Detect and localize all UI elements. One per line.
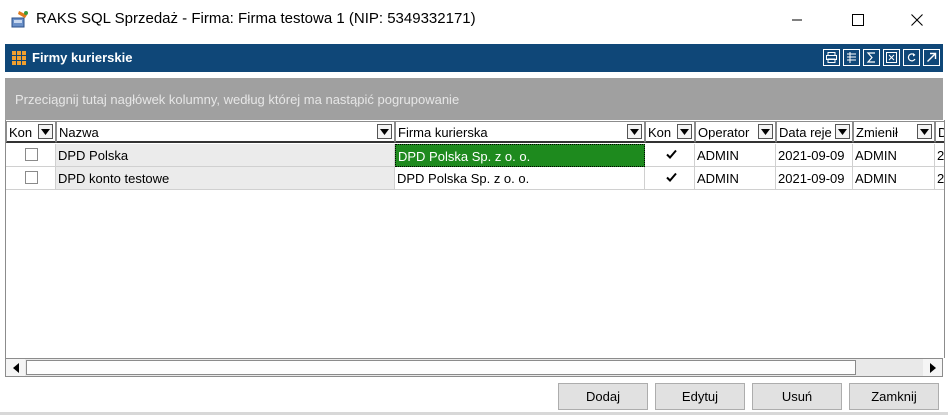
grid-icon xyxy=(12,51,26,65)
app-icon xyxy=(11,11,28,28)
scroll-right-button[interactable] xyxy=(923,359,942,376)
table-cell-nazwa[interactable]: DPD konto testowe xyxy=(56,167,395,190)
table-cell-data[interactable]: 2021-09-09 xyxy=(776,167,853,190)
print-icon xyxy=(826,52,837,63)
table-cell-firma-selected[interactable]: DPD Polska Sp. z o. o. xyxy=(395,144,645,167)
table-cell-kon-2[interactable] xyxy=(645,167,695,190)
column-header-kon[interactable]: Kon xyxy=(6,121,56,143)
table-cell-nazwa[interactable]: DPD Polska xyxy=(56,144,395,167)
minimize-button[interactable] xyxy=(774,0,820,40)
close-window-button[interactable]: Zamknij xyxy=(849,383,939,410)
maximize-icon xyxy=(852,14,864,26)
add-button[interactable]: Dodaj xyxy=(558,383,648,410)
column-header-zmienil[interactable]: Zmienił xyxy=(853,121,935,143)
window-title: RAKS SQL Sprzedaż - Firma: Firma testowa… xyxy=(36,10,476,27)
column-filter-button[interactable] xyxy=(627,124,642,139)
refresh-icon xyxy=(907,53,916,62)
column-chooser-icon xyxy=(847,52,856,63)
table-cell-kon-2[interactable] xyxy=(645,144,695,167)
sum-button[interactable] xyxy=(863,49,880,66)
scroll-left-button[interactable] xyxy=(6,359,25,376)
column-filter-button[interactable] xyxy=(835,124,850,139)
column-header-kon-2[interactable]: Kon xyxy=(645,121,695,143)
data-grid[interactable]: Kon Nazwa Firma kurierska Kon Operator D… xyxy=(5,120,945,358)
row-checkbox[interactable] xyxy=(25,171,38,184)
open-external-button[interactable] xyxy=(923,49,940,66)
export-button[interactable] xyxy=(883,49,900,66)
refresh-button[interactable] xyxy=(903,49,920,66)
open-external-icon xyxy=(927,52,937,62)
print-button[interactable] xyxy=(823,49,840,66)
row-checkbox[interactable] xyxy=(25,148,38,161)
minimize-icon xyxy=(792,19,802,21)
chevron-down-icon xyxy=(838,128,847,135)
panel-header: Firmy kurierskie xyxy=(5,44,943,72)
chevron-down-icon xyxy=(41,128,50,135)
chevron-down-icon xyxy=(761,128,770,135)
horizontal-scrollbar[interactable] xyxy=(5,358,943,377)
checkmark-icon[interactable] xyxy=(665,148,678,161)
chevron-down-icon xyxy=(920,128,929,135)
table-cell-operator[interactable]: ADMIN xyxy=(695,167,776,190)
table-cell-zmienil[interactable]: ADMIN xyxy=(853,167,935,190)
table-cell-data[interactable]: 2021-09-09 xyxy=(776,144,853,167)
close-button[interactable] xyxy=(894,0,940,40)
column-filter-button[interactable] xyxy=(917,124,932,139)
edit-button[interactable]: Edytuj xyxy=(655,383,745,410)
arrow-right-icon xyxy=(929,362,936,373)
column-header-firma-kurierska[interactable]: Firma kurierska xyxy=(395,121,645,143)
column-chooser-button[interactable] xyxy=(843,49,860,66)
table-cell-d[interactable]: 2 xyxy=(935,167,944,190)
table-cell-operator[interactable]: ADMIN xyxy=(695,144,776,167)
maximize-button[interactable] xyxy=(835,0,881,40)
table-cell-zmienil[interactable]: ADMIN xyxy=(853,144,935,167)
checkmark-icon[interactable] xyxy=(665,171,678,184)
close-icon xyxy=(911,14,923,26)
column-filter-button[interactable] xyxy=(758,124,773,139)
panel-toolbar xyxy=(823,49,940,66)
chevron-down-icon xyxy=(630,128,639,135)
column-filter-button[interactable] xyxy=(377,124,392,139)
column-filter-button[interactable] xyxy=(38,124,53,139)
chevron-down-icon xyxy=(380,128,389,135)
panel-title: Firmy kurierskie xyxy=(32,50,133,65)
arrow-left-icon xyxy=(12,362,19,373)
group-by-panel[interactable]: Przeciągnij tutaj nagłówek kolumny, wedł… xyxy=(5,78,943,120)
window-titlebar: RAKS SQL Sprzedaż - Firma: Firma testowa… xyxy=(0,0,948,40)
chevron-down-icon xyxy=(680,128,689,135)
table-cell-kon[interactable] xyxy=(6,144,56,167)
sum-icon xyxy=(866,52,875,63)
table-cell-firma[interactable]: DPD Polska Sp. z o. o. xyxy=(395,167,645,190)
delete-button[interactable]: Usuń xyxy=(752,383,842,410)
scrollbar-thumb[interactable] xyxy=(26,360,856,375)
column-header-data-rejestracji[interactable]: Data reje xyxy=(776,121,853,143)
column-filter-button[interactable] xyxy=(677,124,692,139)
export-icon xyxy=(886,52,897,63)
column-header-nazwa[interactable]: Nazwa xyxy=(56,121,395,143)
column-header-operator[interactable]: Operator xyxy=(695,121,776,143)
table-cell-d[interactable]: 2 xyxy=(935,144,944,167)
column-header-d[interactable]: D xyxy=(935,121,944,143)
table-cell-kon[interactable] xyxy=(6,167,56,190)
group-by-hint: Przeciągnij tutaj nagłówek kolumny, wedł… xyxy=(15,92,460,107)
